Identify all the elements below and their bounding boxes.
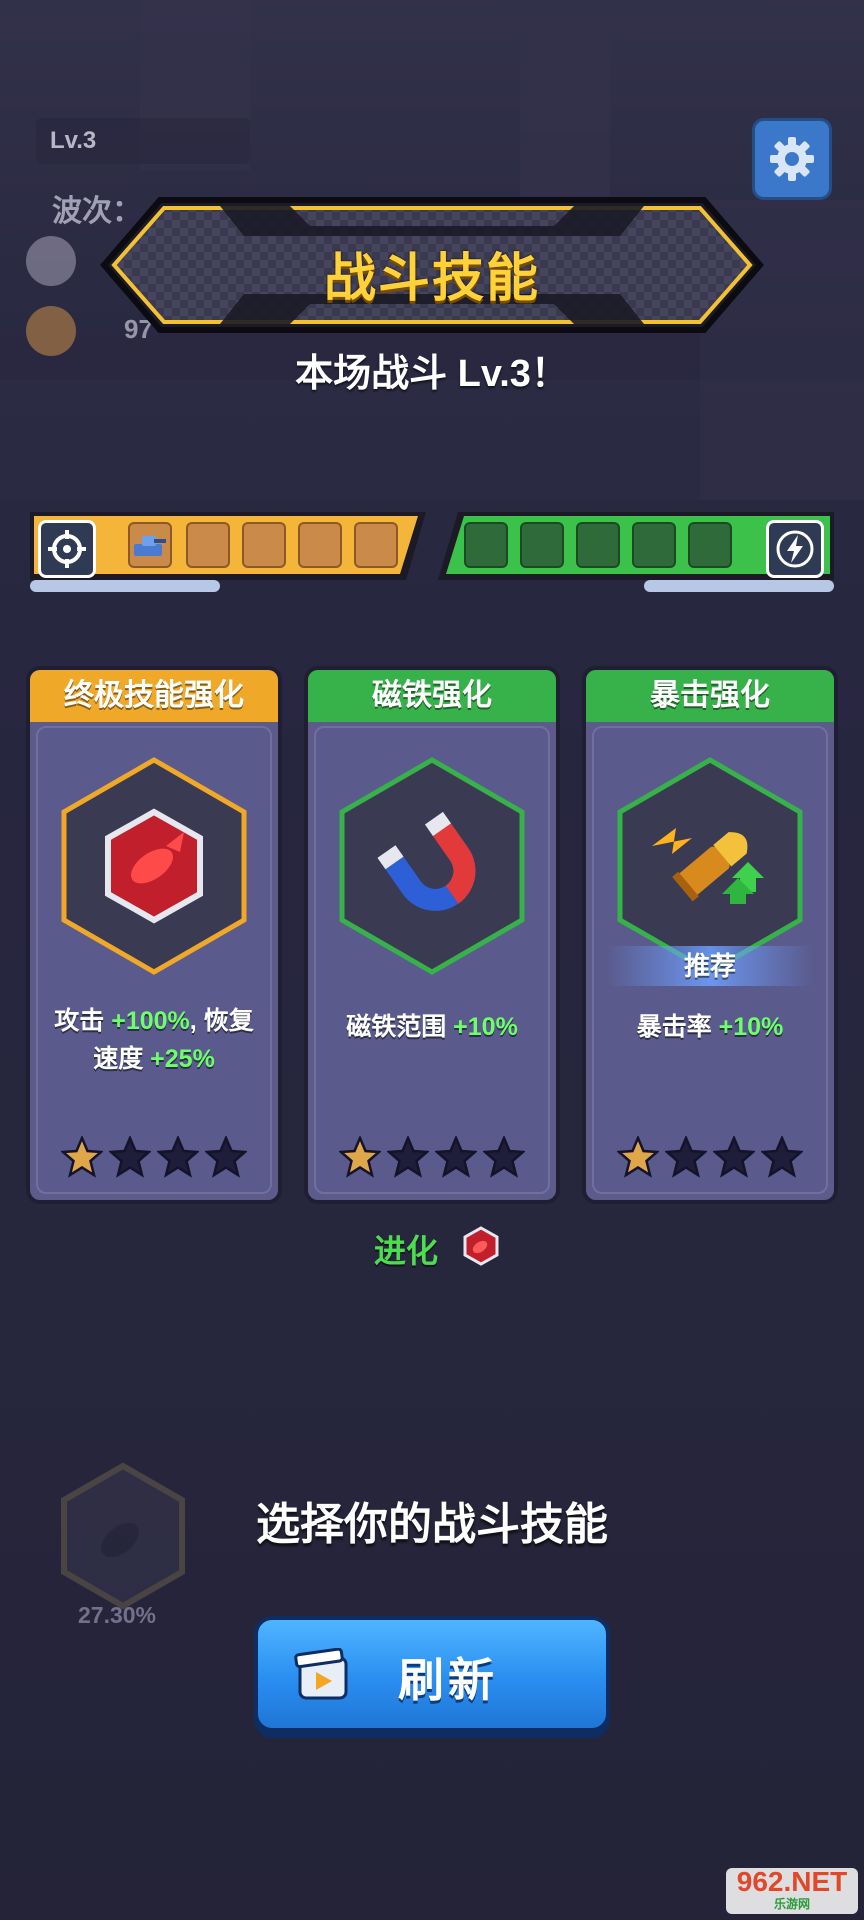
- passive-slot-type: [766, 520, 824, 578]
- star-empty-icon: [483, 1136, 525, 1178]
- skill-card-critical[interactable]: 暴击强化 推荐 暴击率 +10%: [582, 666, 838, 1204]
- star-empty-icon: [435, 1136, 477, 1178]
- skill-card-magnet[interactable]: 磁铁强化 磁铁范围 +10%: [304, 666, 560, 1204]
- passive-slot-3: [576, 522, 620, 568]
- card-title: 终极技能强化: [30, 670, 278, 722]
- crosshair-icon: [48, 530, 86, 568]
- attack-slot-2: [186, 522, 230, 568]
- star-filled-icon: [617, 1136, 659, 1178]
- refresh-button[interactable]: 刷新: [254, 1616, 610, 1732]
- card-description: 攻击 +100%, 恢复 速度 +25%: [54, 1007, 254, 1073]
- card-icon-frame: [61, 757, 247, 975]
- card-icon-frame: [617, 757, 803, 975]
- star-filled-icon: [339, 1136, 381, 1178]
- star-empty-icon: [665, 1136, 707, 1178]
- star-rating: [586, 1136, 834, 1178]
- attack-slot-1: [128, 522, 172, 568]
- passive-slot-5: [688, 522, 732, 568]
- video-ad-icon: [294, 1648, 348, 1700]
- attack-slot-5: [354, 522, 398, 568]
- card-description: 暴击率 +10%: [636, 1013, 784, 1041]
- skill-card-ultimate[interactable]: 终极技能强化 攻击 +100%, 恢复 速度 +25%: [26, 666, 282, 1204]
- star-rating: [308, 1136, 556, 1178]
- attack-slot-4: [298, 522, 342, 568]
- evolve-label: 进化: [374, 1233, 439, 1269]
- attack-slot-3: [242, 522, 286, 568]
- recommend-badge: 推荐: [606, 946, 814, 986]
- page-title: 战斗技能: [323, 250, 540, 308]
- star-empty-icon: [761, 1136, 803, 1178]
- settings-button[interactable]: [752, 118, 832, 200]
- turret-icon: [134, 536, 166, 556]
- hud-level-badge: Lv.3: [36, 118, 250, 164]
- ultimate-progress-percent: 27.30%: [78, 1602, 157, 1628]
- lightning-icon: [776, 530, 814, 568]
- battle-level-subtitle: 本场战斗 Lv.3！: [295, 353, 569, 395]
- star-empty-icon: [713, 1136, 755, 1178]
- evolve-bomb-icon: [463, 1226, 499, 1266]
- site-watermark: 962.NET 乐游网: [726, 1868, 858, 1914]
- star-empty-icon: [205, 1136, 247, 1178]
- ultimate-progress-icon: [61, 1462, 185, 1610]
- card-title: 磁铁强化: [308, 670, 556, 722]
- star-empty-icon: [109, 1136, 151, 1178]
- passive-slot-1: [464, 522, 508, 568]
- passive-slot-4: [632, 522, 676, 568]
- card-description: 磁铁范围 +10%: [346, 1013, 518, 1041]
- card-icon-frame: [339, 757, 525, 975]
- star-empty-icon: [157, 1136, 199, 1178]
- star-filled-icon: [61, 1136, 103, 1178]
- star-empty-icon: [387, 1136, 429, 1178]
- passive-slot-2: [520, 522, 564, 568]
- star-rating: [30, 1136, 278, 1178]
- attack-slot-type: [38, 520, 96, 578]
- gear-icon: [770, 137, 814, 181]
- card-title: 暴击强化: [586, 670, 834, 722]
- refresh-button-label: 刷新: [398, 1654, 498, 1706]
